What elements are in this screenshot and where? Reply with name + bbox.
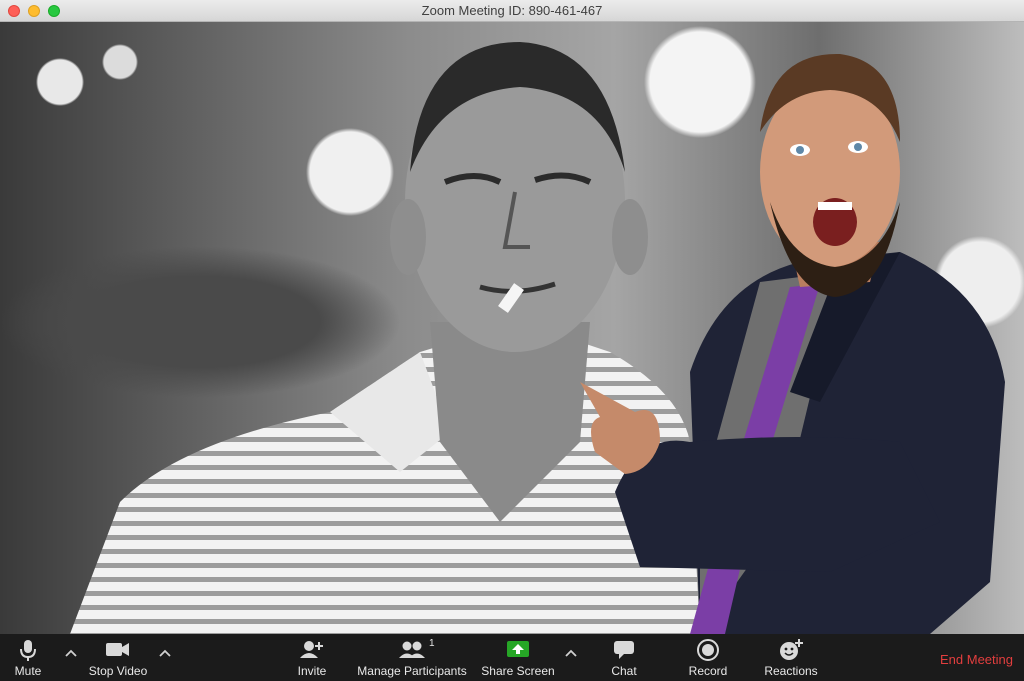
microphone-icon xyxy=(6,638,50,664)
mute-button[interactable]: Mute xyxy=(6,634,50,681)
meeting-toolbar: Mute Stop Video Invite 1 Manage Particip… xyxy=(0,634,1024,681)
stop-video-label: Stop Video xyxy=(88,664,148,678)
window-title: Zoom Meeting ID: 890-461-467 xyxy=(421,3,603,18)
reactions-button[interactable]: Reactions xyxy=(762,634,820,681)
record-label: Record xyxy=(688,664,728,678)
video-feed xyxy=(0,22,1024,634)
chat-label: Chat xyxy=(611,664,637,678)
share-options-chevron-up-icon[interactable] xyxy=(563,646,579,662)
record-button[interactable]: Record xyxy=(686,634,730,681)
participant-video-right xyxy=(580,53,1005,634)
title-bar: Zoom Meeting ID: 890-461-467 xyxy=(0,0,1024,22)
reactions-label: Reactions xyxy=(764,664,818,678)
record-circle-icon xyxy=(686,638,730,664)
share-screen-arrow-icon xyxy=(480,638,556,664)
audio-options-chevron-up-icon[interactable] xyxy=(63,646,79,662)
manage-participants-button[interactable]: 1 Manage Participants xyxy=(356,634,468,681)
chat-button[interactable]: Chat xyxy=(604,634,644,681)
share-screen-button[interactable]: Share Screen xyxy=(480,634,556,681)
speech-bubble-icon xyxy=(604,638,644,664)
add-person-icon xyxy=(292,638,332,664)
manage-participants-label: Manage Participants xyxy=(357,664,467,678)
share-screen-label: Share Screen xyxy=(481,664,555,678)
video-camera-icon xyxy=(86,638,150,664)
stop-video-button[interactable]: Stop Video xyxy=(86,634,150,681)
participants-icon xyxy=(356,638,468,664)
zoom-meeting-window: Zoom Meeting ID: 890-461-467 Mute Stop V… xyxy=(0,0,1024,681)
invite-button[interactable]: Invite xyxy=(292,634,332,681)
mute-label: Mute xyxy=(14,664,42,678)
end-meeting-button[interactable]: End Meeting xyxy=(940,652,1013,667)
emoji-plus-icon xyxy=(762,638,820,664)
participant-count: 1 xyxy=(429,638,435,649)
video-options-chevron-up-icon[interactable] xyxy=(157,646,173,662)
invite-label: Invite xyxy=(297,664,327,678)
